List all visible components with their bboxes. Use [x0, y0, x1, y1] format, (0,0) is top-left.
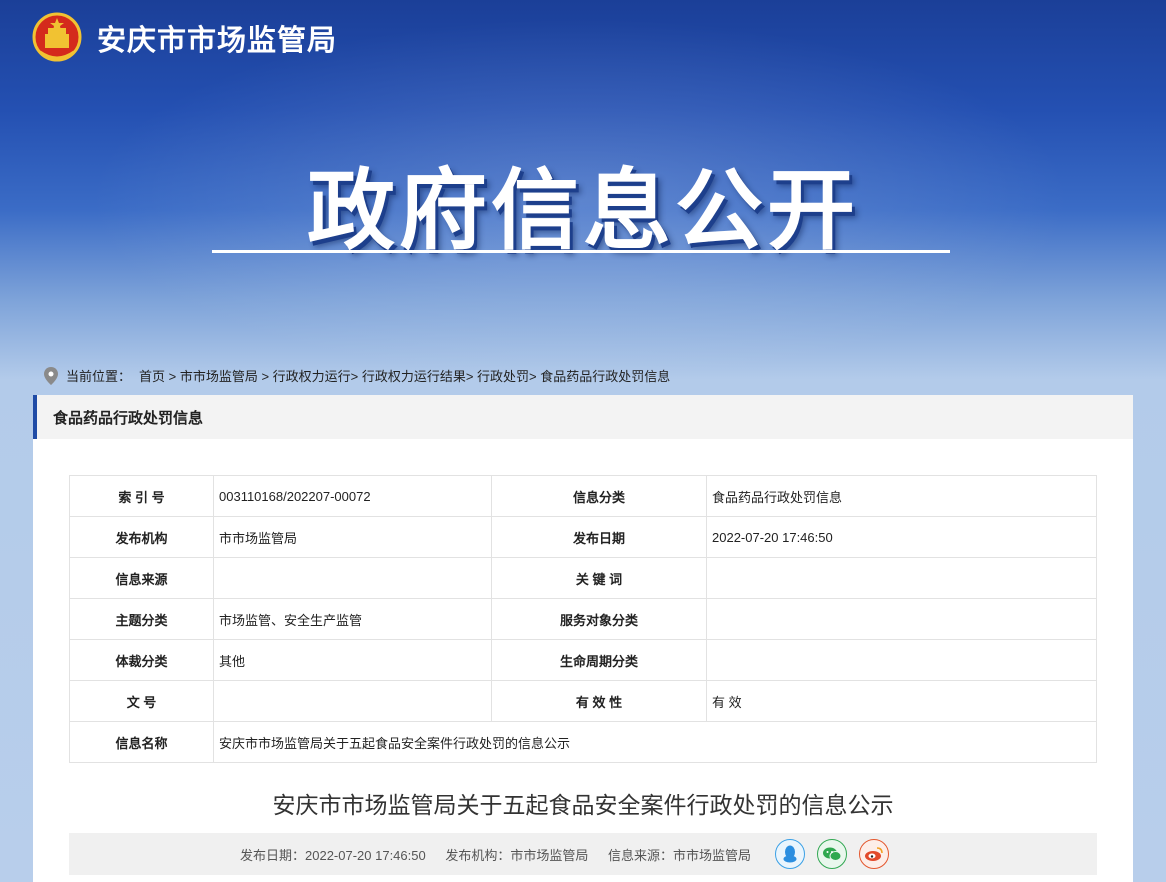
location-pin-icon — [44, 366, 58, 385]
meta-value: 003110168/202207-00072 — [213, 475, 492, 517]
meta-key: 体裁分类 — [69, 639, 214, 681]
meta-value — [213, 680, 492, 722]
weibo-icon[interactable] — [859, 839, 889, 869]
meta-key: 生命周期分类 — [491, 639, 707, 681]
panel-heading: 食品药品行政处罚信息 — [53, 409, 204, 427]
table-row: 文 号 有 效 性 有 效 — [69, 680, 1097, 722]
meta-value — [706, 598, 1097, 640]
wechat-icon[interactable] — [817, 839, 847, 869]
site-title[interactable]: 安庆市市场监管局 — [97, 17, 337, 59]
meta-key: 关 键 词 — [491, 557, 707, 599]
meta-value: 食品药品行政处罚信息 — [706, 475, 1097, 517]
table-row: 索 引 号 003110168/202207-00072 信息分类 食品药品行政… — [69, 475, 1097, 517]
qq-icon[interactable] — [775, 839, 805, 869]
meta-value: 市市场监管局 — [213, 516, 492, 558]
meta-key: 信息名称 — [69, 721, 214, 763]
meta-value — [706, 639, 1097, 681]
hero-divider — [212, 250, 950, 253]
document-title: 安庆市市场监管局关于五起食品安全案件行政处罚的信息公示 — [272, 792, 894, 818]
publish-date: 发布日期：2022-07-20 17:46:50 — [240, 847, 426, 863]
meta-key: 服务对象分类 — [491, 598, 707, 640]
meta-key: 索 引 号 — [69, 475, 214, 517]
hero-title: 政府信息公开 — [306, 159, 859, 262]
table-row: 主题分类 市场监管、安全生产监管 服务对象分类 — [69, 598, 1097, 640]
table-row: 体裁分类 其他 生命周期分类 — [69, 639, 1097, 681]
breadcrumb-path[interactable]: 首页 > 市市场监管局 > 行政权力运行> 行政权力运行结果> 行政处罚> 食品… — [139, 366, 670, 385]
meta-key: 发布日期 — [491, 516, 707, 558]
national-emblem-icon — [32, 12, 82, 64]
meta-value — [213, 557, 492, 599]
panel-header: 食品药品行政处罚信息 — [33, 395, 1133, 439]
content-panel: 食品药品行政处罚信息 索 引 号 003110168/202207-00072 … — [33, 395, 1133, 882]
table-row: 发布机构 市市场监管局 发布日期 2022-07-20 17:46:50 — [69, 516, 1097, 558]
info-source: 信息来源：市市场监管局 — [607, 847, 751, 863]
table-row: 信息来源 关 键 词 — [69, 557, 1097, 599]
breadcrumb-label: 当前位置： — [66, 369, 132, 384]
breadcrumb: 当前位置： 首页 > 市市场监管局 > 行政权力运行> 行政权力运行结果> 行政… — [44, 366, 670, 385]
publisher: 发布机构：市市场监管局 — [445, 847, 589, 863]
metadata-table: 索 引 号 003110168/202207-00072 信息分类 食品药品行政… — [69, 475, 1097, 763]
meta-value: 市场监管、安全生产监管 — [213, 598, 492, 640]
meta-value: 其他 — [213, 639, 492, 681]
meta-key: 信息来源 — [69, 557, 214, 599]
meta-key: 文 号 — [69, 680, 214, 722]
meta-key: 有 效 性 — [491, 680, 707, 722]
meta-key: 发布机构 — [69, 516, 214, 558]
meta-value: 2022-07-20 17:46:50 — [706, 516, 1097, 558]
meta-value: 有 效 — [706, 680, 1097, 722]
share-buttons — [775, 839, 901, 869]
meta-value: 安庆市市场监管局关于五起食品安全案件行政处罚的信息公示 — [213, 721, 1097, 763]
table-row: 信息名称 安庆市市场监管局关于五起食品安全案件行政处罚的信息公示 — [69, 721, 1097, 763]
meta-key: 主题分类 — [69, 598, 214, 640]
site-header: 安庆市市场监管局 — [32, 12, 337, 64]
meta-key: 信息分类 — [491, 475, 707, 517]
document-info-bar: 发布日期：2022-07-20 17:46:50 发布机构：市市场监管局 信息来… — [69, 833, 1097, 875]
meta-value — [706, 557, 1097, 599]
